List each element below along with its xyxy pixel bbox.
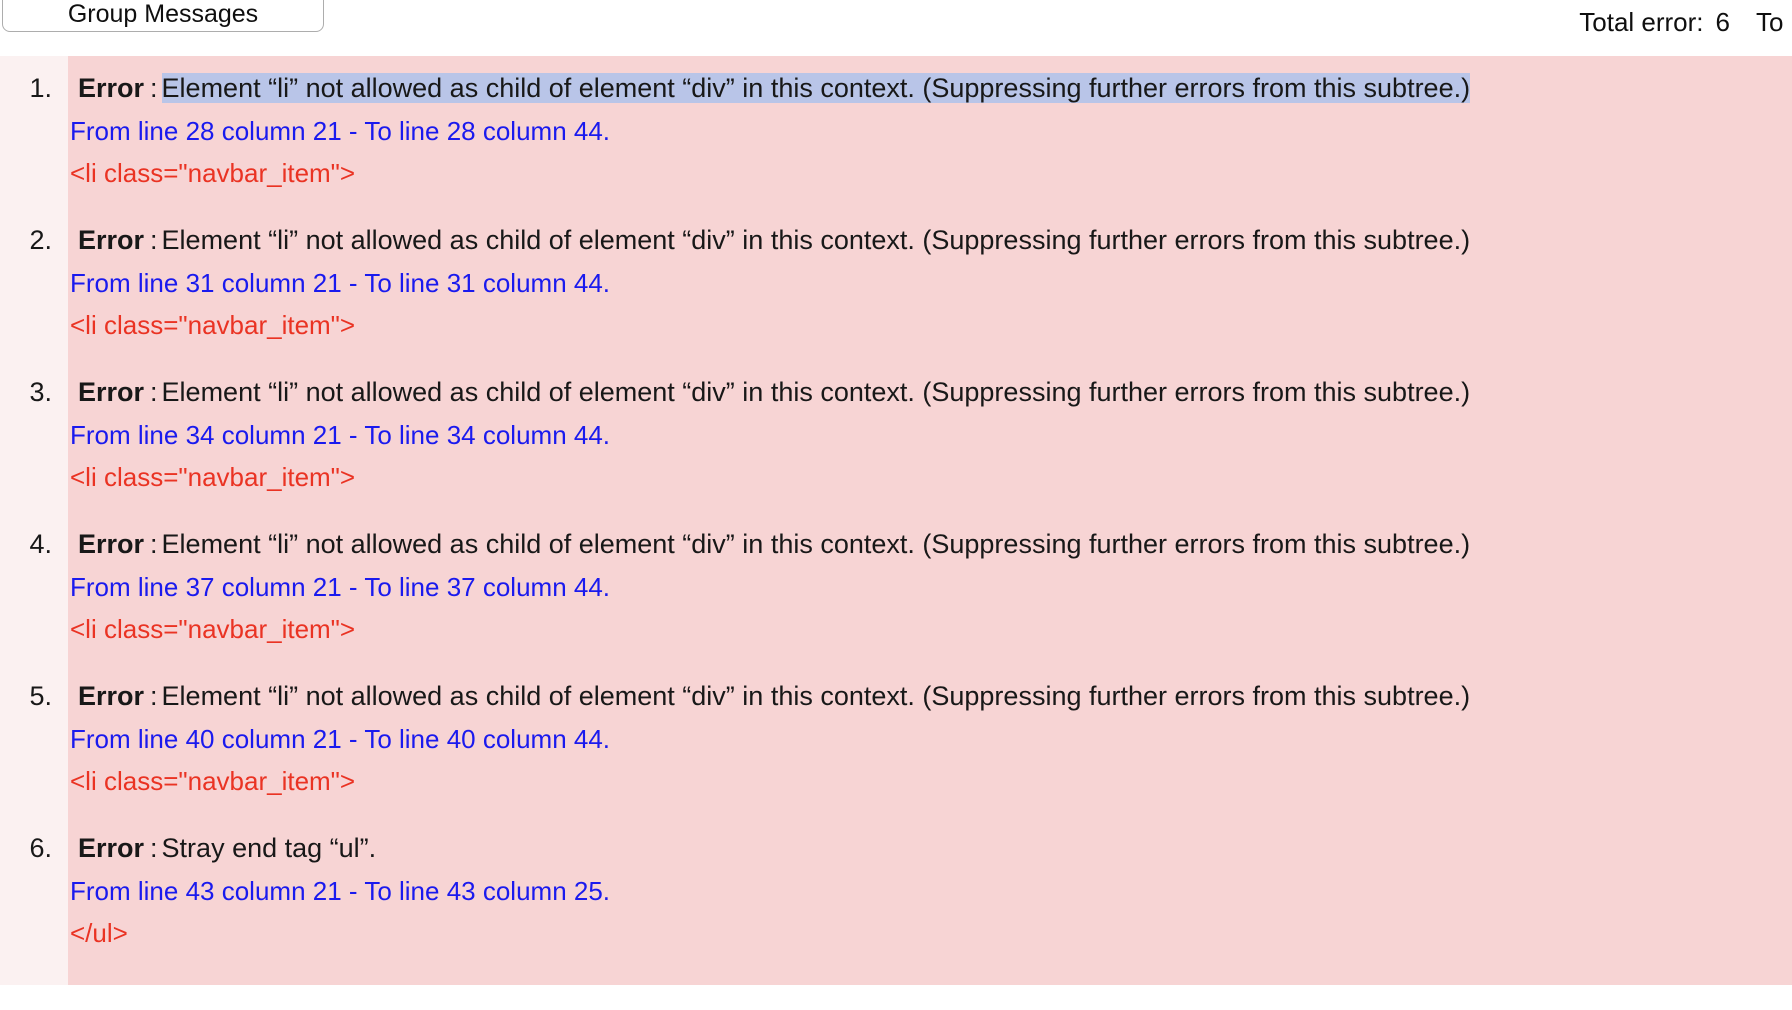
error-separator: : [150,225,158,255]
error-message[interactable]: Element “li” not allowed as child of ele… [162,225,1471,255]
error-source-extract: <li class="navbar_item"> [70,766,356,796]
top-bar: Group Messages Total error: 6 To [0,0,1792,56]
error-separator: : [150,529,158,559]
error-location: From line 37 column 21 - To line 37 colu… [70,572,611,602]
error-list-item[interactable]: 5. Error: Element “li” not allowed as chil… [0,662,1792,814]
error-separator: : [150,73,158,103]
total-warning-stat-clipped: To [1756,6,1784,37]
error-list: 1. Error: Element “li” not allowed as chil… [0,56,1792,966]
error-source-extract: <li class="navbar_item"> [70,462,356,492]
total-error-value: 6 [1715,6,1730,37]
error-index: 4. [29,529,52,559]
error-location: From line 31 column 21 - To line 31 colu… [70,268,611,298]
total-error-stat: Total error: 6 [1579,7,1730,38]
error-list-item[interactable]: 2. Error: Element “li” not allowed as chil… [0,206,1792,358]
error-location: From line 43 column 21 - To line 43 colu… [70,876,611,906]
error-message[interactable]: Stray end tag “ul”. [162,833,377,863]
error-message[interactable]: Element “li” not allowed as child of ele… [162,377,1471,407]
error-location: From line 28 column 21 - To line 28 colu… [70,116,611,146]
tab-group-messages[interactable]: Group Messages [2,0,324,32]
error-headline: Error: Element “li” not allowed as child … [70,522,1792,566]
error-severity-label: Error [78,529,145,559]
error-severity-label: Error [78,73,145,103]
error-list-item[interactable]: 1. Error: Element “li” not allowed as chil… [0,56,1792,206]
error-list-item[interactable]: 3. Error: Element “li” not allowed as chil… [0,358,1792,510]
error-index: 6. [29,833,52,863]
error-source-extract: <li class="navbar_item"> [70,614,356,644]
error-index: 5. [29,681,52,711]
error-index: 3. [29,377,52,407]
error-message-selected[interactable]: Element “li” not allowed as child of ele… [161,73,1471,103]
error-count-summary: Total error: 6 To [1579,0,1792,44]
error-headline: Error: Stray end tag “ul”. [70,826,1792,870]
error-headline: Error: Element “li” not allowed as child … [70,218,1792,262]
error-location: From line 34 column 21 - To line 34 colu… [70,420,611,450]
total-error-label: Total error: [1579,6,1704,37]
error-severity-label: Error [78,225,145,255]
error-headline: Error: Element “li” not allowed as child … [70,66,1792,110]
error-source-extract: </ul> [70,918,128,948]
error-headline: Error: Element “li” not allowed as child … [70,674,1792,718]
error-severity-label: Error [78,833,145,863]
error-index: 2. [29,225,52,255]
error-headline: Error: Element “li” not allowed as child … [70,370,1792,414]
tab-group-messages-label: Group Messages [67,0,259,28]
error-index: 1. [29,73,52,103]
error-message[interactable]: Element “li” not allowed as child of ele… [162,529,1471,559]
error-message[interactable]: Element “li” not allowed as child of ele… [162,681,1471,711]
error-source-extract: <li class="navbar_item"> [70,310,356,340]
error-severity-label: Error [78,681,145,711]
error-location: From line 40 column 21 - To line 40 colu… [70,724,611,754]
error-separator: : [150,681,158,711]
error-source-extract: <li class="navbar_item"> [70,158,356,188]
error-separator: : [150,377,158,407]
error-severity-label: Error [78,377,145,407]
validation-messages-panel: 1. Error: Element “li” not allowed as chil… [0,56,1792,985]
error-separator: : [150,833,158,863]
error-list-item[interactable]: 6. Error: Stray end tag “ul”. From line 43 … [0,814,1792,966]
error-list-item[interactable]: 4. Error: Element “li” not allowed as chil… [0,510,1792,662]
